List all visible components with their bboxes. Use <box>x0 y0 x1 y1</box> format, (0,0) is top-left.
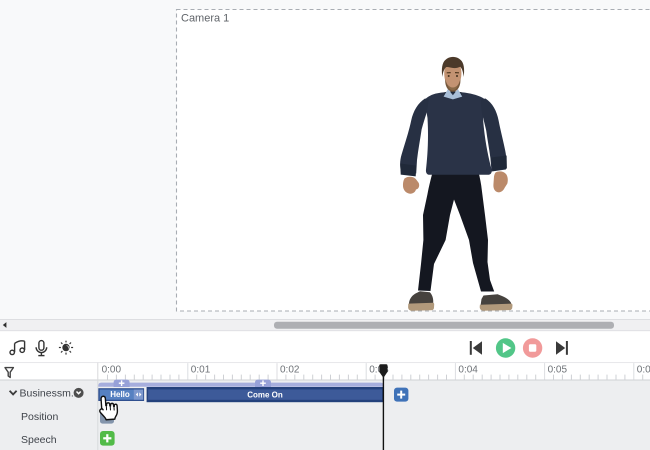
svg-text:0:01: 0:01 <box>191 364 211 375</box>
svg-text:Businessm...: Businessm... <box>20 387 80 399</box>
svg-text:0:02: 0:02 <box>280 364 300 375</box>
svg-text:Come On: Come On <box>247 391 283 400</box>
svg-text:0:05: 0:05 <box>548 364 568 375</box>
svg-text:0:04: 0:04 <box>458 364 478 375</box>
svg-text:Position: Position <box>21 411 59 423</box>
svg-text:0:00: 0:00 <box>102 364 122 375</box>
svg-text:Hello: Hello <box>110 390 130 399</box>
svg-text:Speech: Speech <box>21 434 57 446</box>
svg-text:Camera 1: Camera 1 <box>181 13 229 25</box>
svg-text:0:06: 0:06 <box>637 364 650 375</box>
